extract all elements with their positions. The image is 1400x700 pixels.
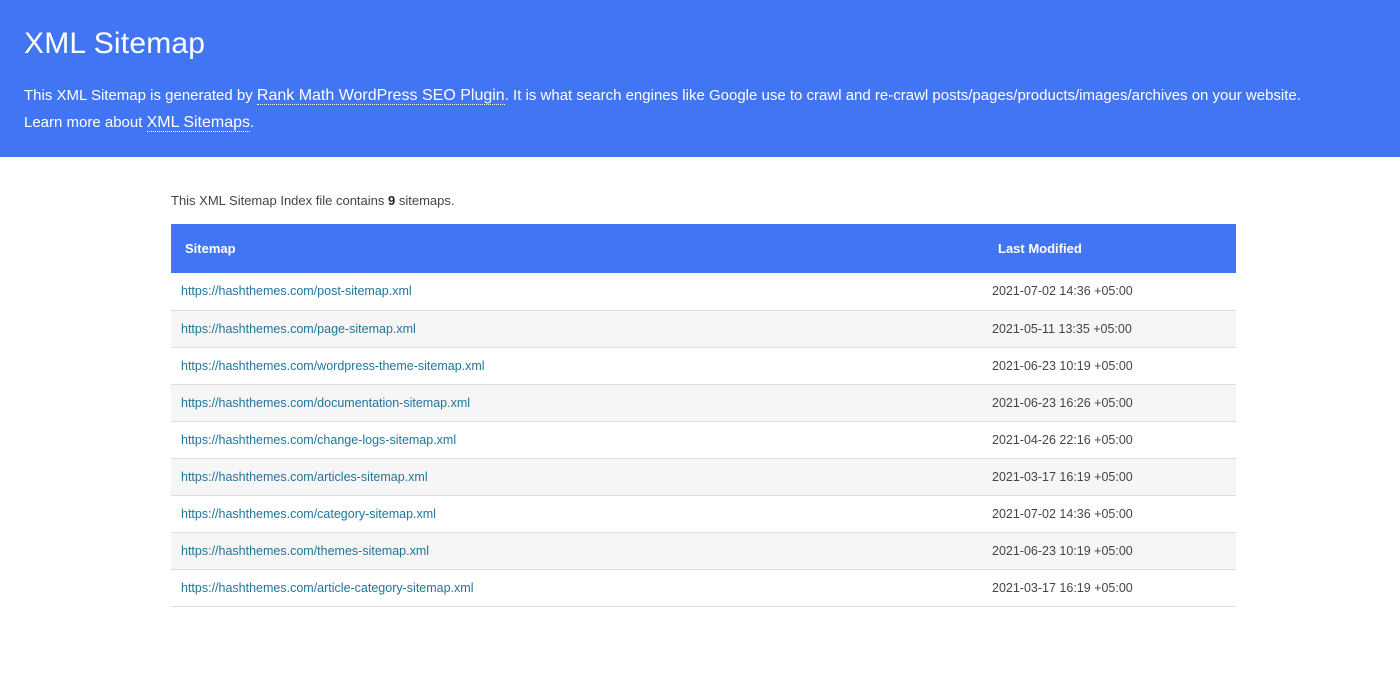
sitemap-link[interactable]: https://hashthemes.com/themes-sitemap.xm… [181, 544, 429, 558]
table-row: https://hashthemes.com/themes-sitemap.xm… [171, 532, 1236, 569]
desc-text-4: . [250, 114, 255, 131]
summary-suffix: sitemaps. [395, 193, 455, 208]
page-title: XML Sitemap [24, 27, 206, 60]
desc-text-3: Learn more about [24, 114, 147, 131]
table-row: https://hashthemes.com/post-sitemap.xml … [171, 273, 1236, 310]
sitemap-link[interactable]: https://hashthemes.com/articles-sitemap.… [181, 470, 428, 484]
last-modified-date: 2021-07-02 14:36 +05:00 [992, 506, 1133, 521]
table-row: https://hashthemes.com/wordpress-theme-s… [171, 347, 1236, 384]
column-header-sitemap: Sitemap [185, 241, 236, 256]
last-modified-date: 2021-05-11 13:35 +05:00 [992, 321, 1132, 336]
sitemap-link[interactable]: https://hashthemes.com/page-sitemap.xml [181, 322, 416, 336]
table-header-row: Sitemap Last Modified [171, 224, 1236, 273]
sitemap-link[interactable]: https://hashthemes.com/wordpress-theme-s… [181, 359, 485, 373]
last-modified-date: 2021-07-02 14:36 +05:00 [992, 284, 1133, 299]
sitemap-link[interactable]: https://hashthemes.com/documentation-sit… [181, 396, 470, 410]
sitemap-link[interactable]: https://hashthemes.com/post-sitemap.xml [181, 284, 412, 298]
table-row: https://hashthemes.com/change-logs-sitem… [171, 421, 1236, 458]
sitemap-link[interactable]: https://hashthemes.com/category-sitemap.… [181, 507, 436, 521]
column-header-last-modified: Last Modified [998, 241, 1082, 256]
main-content: This XML Sitemap Index file contains 9 s… [171, 157, 1236, 607]
xml-sitemaps-link[interactable]: XML Sitemaps [146, 114, 251, 132]
header-description: This XML Sitemap is generated by Rank Ma… [24, 82, 1364, 136]
table-row: https://hashthemes.com/category-sitemap.… [171, 495, 1236, 532]
rank-math-plugin-link[interactable]: Rank Math WordPress SEO Plugin [256, 87, 505, 105]
table-row: https://hashthemes.com/documentation-sit… [171, 384, 1236, 421]
last-modified-date: 2021-06-23 16:26 +05:00 [992, 395, 1133, 410]
summary-prefix: This XML Sitemap Index file contains [171, 193, 389, 208]
last-modified-date: 2021-03-17 16:19 +05:00 [992, 469, 1133, 484]
sitemap-link[interactable]: https://hashthemes.com/change-logs-sitem… [181, 433, 456, 447]
page-header: XML Sitemap This XML Sitemap is generate… [0, 0, 1400, 157]
desc-text-2: . It is what search engines like Google … [504, 87, 1301, 104]
sitemap-link[interactable]: https://hashthemes.com/article-category-… [181, 581, 473, 595]
last-modified-date: 2021-03-17 16:19 +05:00 [992, 580, 1133, 595]
sitemap-count-summary: This XML Sitemap Index file contains 9 s… [171, 193, 1236, 209]
desc-text-1: This XML Sitemap is generated by [24, 87, 257, 104]
last-modified-date: 2021-06-23 10:19 +05:00 [992, 543, 1133, 558]
sitemap-table: Sitemap Last Modified https://hashthemes… [171, 224, 1236, 607]
table-row: https://hashthemes.com/article-category-… [171, 569, 1236, 606]
last-modified-date: 2021-04-26 22:16 +05:00 [992, 432, 1133, 447]
table-row: https://hashthemes.com/page-sitemap.xml … [171, 310, 1236, 347]
last-modified-date: 2021-06-23 10:19 +05:00 [992, 358, 1133, 373]
table-row: https://hashthemes.com/articles-sitemap.… [171, 458, 1236, 495]
